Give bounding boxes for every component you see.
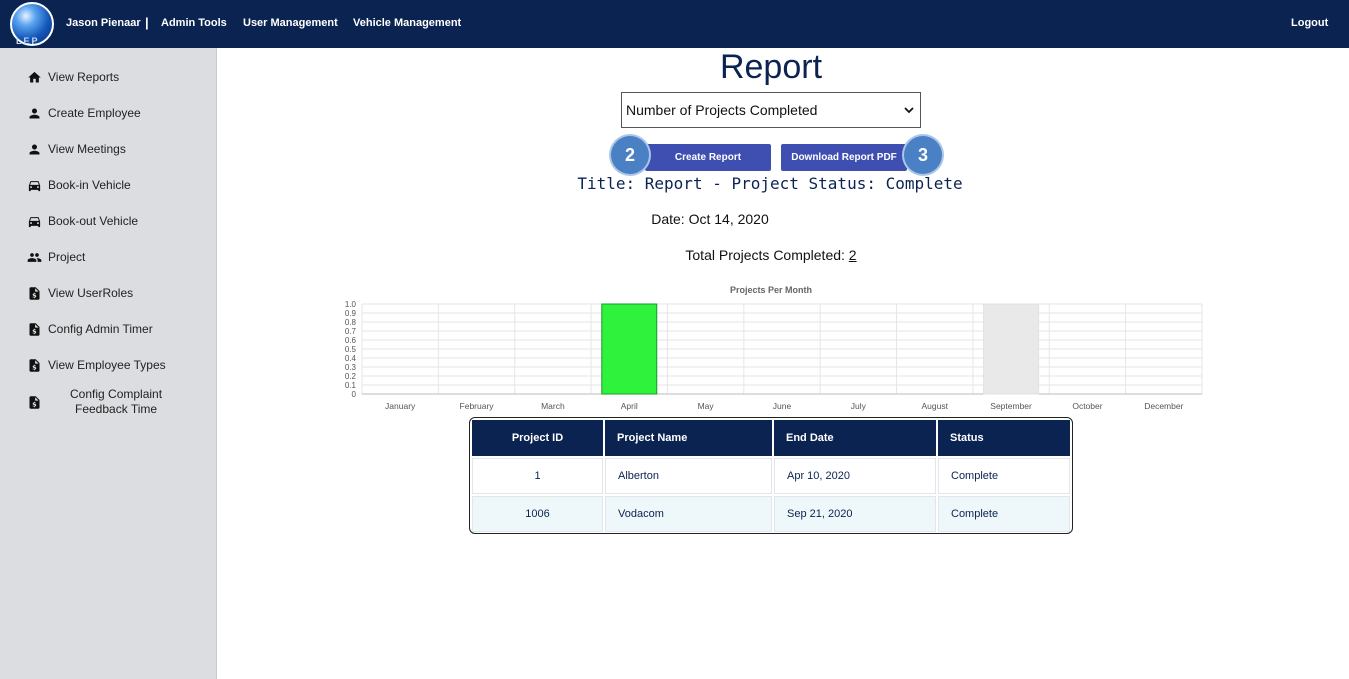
chart-title: Projects Per Month bbox=[729, 285, 812, 295]
sidebar-item-label: Project bbox=[48, 250, 86, 264]
y-tick-label: 0.3 bbox=[345, 363, 357, 372]
x-tick-label: August bbox=[921, 401, 948, 411]
sidebar-item-create-employee[interactable]: Create Employee bbox=[26, 101, 141, 125]
home-icon bbox=[26, 69, 42, 85]
sidebar-item-label: Book-in Vehicle bbox=[48, 178, 131, 192]
nav-vehicle-management[interactable]: Vehicle Management bbox=[353, 17, 461, 29]
user-name: Jason Pienaar bbox=[66, 17, 141, 29]
y-tick-label: 0.9 bbox=[345, 309, 357, 318]
y-tick-label: 1.0 bbox=[345, 300, 357, 309]
cell-status: Complete bbox=[938, 496, 1070, 532]
sidebar-item-config-complaint-feedback-time[interactable]: Config Complaint Feedback Time bbox=[26, 386, 162, 418]
sidebar-item-book-in-vehicle[interactable]: Book-in Vehicle bbox=[26, 173, 131, 197]
cell-end-date: Apr 10, 2020 bbox=[774, 458, 936, 494]
x-tick-label: June bbox=[773, 401, 792, 411]
total-label: Total Projects Completed: bbox=[685, 247, 849, 263]
nav-separator: | bbox=[145, 15, 149, 30]
cell-project-id: 1006 bbox=[472, 496, 603, 532]
logout-link[interactable]: Logout bbox=[1291, 17, 1328, 29]
projects-per-month-chart: 00.10.20.30.40.50.60.70.80.91.0 January Fe… bbox=[345, 300, 1203, 411]
cell-project-name: Vodacom bbox=[605, 496, 772, 532]
report-total: Total Projects Completed: 2 bbox=[640, 247, 902, 263]
y-tick-label: 0.6 bbox=[345, 336, 357, 345]
report-date: Date: Oct 14, 2020 bbox=[651, 211, 769, 227]
person-icon bbox=[26, 105, 42, 121]
table-row[interactable]: 1 Alberton Apr 10, 2020 Complete bbox=[472, 458, 1070, 494]
top-navbar: LEP Jason Pienaar | Admin Tools User Man… bbox=[0, 0, 1349, 48]
table-header-row: Project ID Project Name End Date Status bbox=[472, 420, 1070, 456]
x-tick-label: May bbox=[698, 401, 715, 411]
report-type-selected-value: Number of Projects Completed bbox=[626, 102, 818, 118]
logo-text: LEP bbox=[16, 36, 40, 46]
x-tick-label: December bbox=[1144, 401, 1183, 411]
sidebar-item-label: View Reports bbox=[48, 70, 120, 84]
x-tick-label: February bbox=[460, 401, 495, 411]
sidebar: View Reports Create Employee View Meetin… bbox=[0, 48, 217, 679]
document-icon bbox=[26, 321, 42, 337]
x-tick-label: March bbox=[541, 401, 565, 411]
sidebar-item-book-out-vehicle[interactable]: Book-out Vehicle bbox=[26, 209, 138, 233]
report-type-select[interactable]: Number of Projects Completed bbox=[621, 92, 921, 128]
sidebar-item-label: Create Employee bbox=[48, 106, 141, 120]
people-icon bbox=[26, 249, 42, 265]
column-header-project-id[interactable]: Project ID bbox=[472, 420, 603, 456]
sidebar-item-view-reports[interactable]: View Reports bbox=[26, 65, 119, 89]
bar-april bbox=[601, 303, 658, 395]
cell-project-name: Alberton bbox=[605, 458, 772, 494]
column-header-end-date[interactable]: End Date bbox=[774, 420, 936, 456]
cell-status: Complete bbox=[938, 458, 1070, 494]
y-tick-label: 0 bbox=[352, 390, 357, 399]
sidebar-item-view-userroles[interactable]: View UserRoles bbox=[26, 281, 133, 305]
document-icon bbox=[26, 357, 42, 373]
person-icon bbox=[26, 141, 42, 157]
column-header-status[interactable]: Status bbox=[938, 420, 1070, 456]
total-value: 2 bbox=[848, 247, 857, 263]
cell-project-id: 1 bbox=[472, 458, 603, 494]
y-tick-label: 0.5 bbox=[345, 345, 357, 354]
nav-admin-tools[interactable]: Admin Tools bbox=[161, 17, 227, 29]
column-header-project-name[interactable]: Project Name bbox=[605, 420, 772, 456]
y-tick-label: 0.1 bbox=[345, 381, 357, 390]
create-report-button[interactable]: Create Report bbox=[645, 144, 771, 171]
x-tick-label: April bbox=[621, 401, 638, 411]
document-icon bbox=[26, 285, 42, 301]
car-icon bbox=[26, 213, 42, 229]
bar-september bbox=[983, 303, 1040, 395]
report-title: Title: Report - Project Status: Complete bbox=[577, 174, 963, 193]
sidebar-item-label: Book-out Vehicle bbox=[48, 214, 139, 228]
y-tick-label: 0.8 bbox=[345, 318, 357, 327]
chevron-down-icon bbox=[904, 107, 914, 114]
y-tick-label: 0.4 bbox=[345, 354, 357, 363]
sidebar-item-label: View Meetings bbox=[48, 142, 126, 156]
x-tick-label: October bbox=[1072, 401, 1102, 411]
sidebar-item-config-admin-timer[interactable]: Config Admin Timer bbox=[26, 317, 153, 341]
y-tick-label: 0.2 bbox=[345, 372, 357, 381]
step-badge-3: 3 bbox=[904, 136, 942, 174]
sidebar-item-label: View Employee Types bbox=[48, 358, 166, 372]
document-icon bbox=[26, 394, 42, 410]
sidebar-item-project[interactable]: Project bbox=[26, 245, 85, 269]
download-report-pdf-button[interactable]: Download Report PDF bbox=[781, 144, 907, 171]
x-tick-label: January bbox=[385, 401, 416, 411]
car-icon bbox=[26, 177, 42, 193]
sidebar-item-label-line2: Feedback Time bbox=[75, 402, 158, 416]
table-row[interactable]: 1006 Vodacom Sep 21, 2020 Complete bbox=[472, 496, 1070, 532]
nav-user-management[interactable]: User Management bbox=[243, 17, 338, 29]
sidebar-item-view-meetings[interactable]: View Meetings bbox=[26, 137, 126, 161]
cell-end-date: Sep 21, 2020 bbox=[774, 496, 936, 532]
projects-table: Project ID Project Name End Date Status … bbox=[469, 417, 1073, 534]
x-tick-label: July bbox=[851, 401, 867, 411]
sidebar-item-label: Config Admin Timer bbox=[48, 322, 153, 336]
step-badge-2: 2 bbox=[611, 136, 649, 174]
sidebar-item-view-employee-types[interactable]: View Employee Types bbox=[26, 353, 166, 377]
sidebar-item-label-line1: Config Complaint bbox=[70, 387, 163, 401]
sidebar-item-label: Config Complaint Feedback Time bbox=[70, 387, 162, 417]
page-title: Report bbox=[719, 48, 823, 86]
y-tick-label: 0.7 bbox=[345, 327, 357, 336]
sidebar-item-label: View UserRoles bbox=[48, 286, 134, 300]
x-tick-label: September bbox=[990, 401, 1032, 411]
